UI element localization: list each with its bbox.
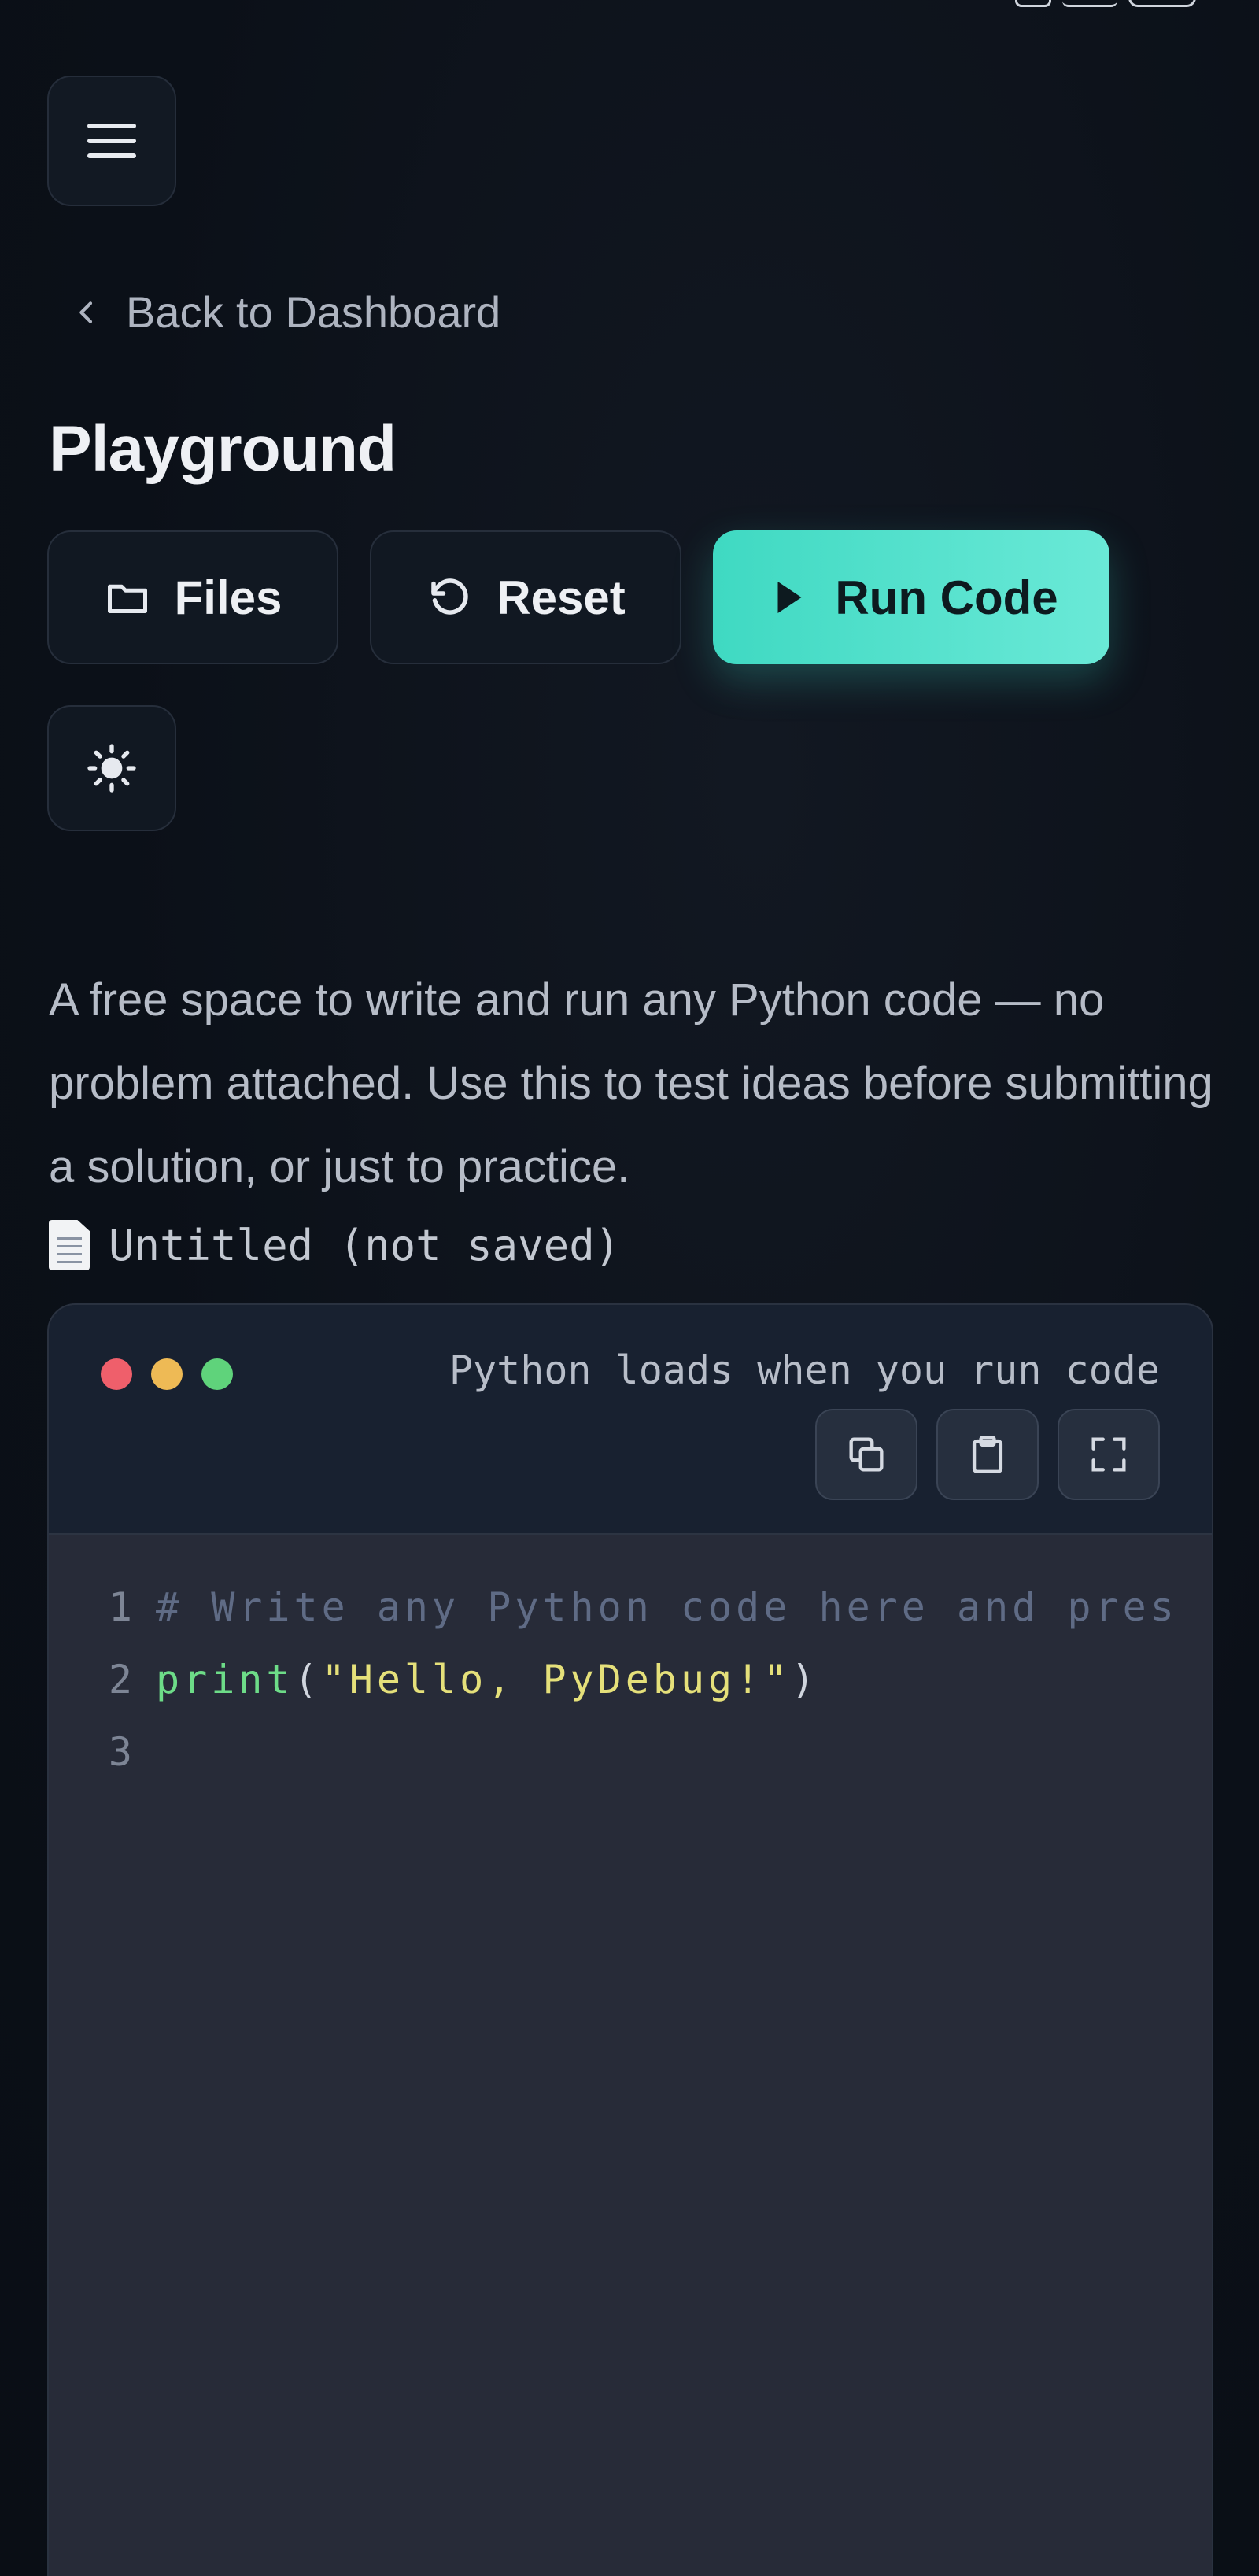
- page-title: Playground: [49, 413, 397, 485]
- line-number: 1: [108, 1584, 132, 1630]
- code-comment: # Write any Python code here and pres: [156, 1584, 1178, 1630]
- editor-header: Python loads when you run code: [49, 1305, 1212, 1535]
- green-dot: [201, 1358, 233, 1390]
- status-icon: [1015, 0, 1051, 7]
- toolbar: Files Reset Run Code: [47, 530, 1109, 664]
- line-number: 2: [108, 1657, 132, 1702]
- copy-button[interactable]: [815, 1409, 917, 1500]
- editor-actions: [815, 1409, 1160, 1500]
- code-paren-close: ): [791, 1657, 819, 1702]
- back-link-label: Back to Dashboard: [126, 287, 501, 337]
- battery-icon: [1128, 0, 1196, 7]
- folder-icon: [107, 584, 147, 613]
- sun-icon: [87, 744, 136, 793]
- rotate-ccw-icon: [431, 578, 468, 615]
- code-editor: Python loads when you run code 1 # Write…: [47, 1303, 1213, 2576]
- run-code-button[interactable]: Run Code: [713, 530, 1109, 664]
- document-icon: [49, 1220, 90, 1270]
- code-line: 2 print("Hello, PyDebug!"): [49, 1643, 818, 1716]
- reset-button[interactable]: Reset: [370, 530, 681, 664]
- copy-icon: [849, 1437, 884, 1472]
- clipboard-icon: [972, 1436, 1003, 1473]
- status-icons: [1015, 0, 1196, 7]
- fullscreen-icon: [1091, 1437, 1126, 1472]
- theme-toggle-button[interactable]: [47, 705, 176, 831]
- code-string: "Hello, PyDebug!": [321, 1657, 792, 1702]
- file-name: Untitled (not saved): [49, 1220, 620, 1270]
- yellow-dot: [151, 1358, 183, 1390]
- menu-button[interactable]: [47, 76, 176, 206]
- code-content: print("Hello, PyDebug!"): [132, 1657, 818, 1702]
- back-to-dashboard-link[interactable]: Back to Dashboard: [71, 286, 500, 338]
- status-bar: [0, 0, 1259, 16]
- files-button[interactable]: Files: [47, 530, 338, 664]
- playground-page: Back to Dashboard Playground Files Reset…: [0, 0, 1259, 2576]
- page-description: A free space to write and run any Python…: [49, 974, 1213, 1192]
- run-code-button-label: Run Code: [835, 571, 1058, 624]
- line-number: 3: [108, 1729, 132, 1775]
- code-paren-open: (: [294, 1657, 322, 1702]
- signal-icon: [1062, 0, 1117, 7]
- paste-button[interactable]: [936, 1409, 1039, 1500]
- chevron-left-icon: [79, 301, 93, 323]
- code-line: 3: [49, 1716, 156, 1788]
- files-button-label: Files: [174, 571, 282, 624]
- window-dots: [101, 1358, 233, 1390]
- file-name-label: Untitled (not saved): [109, 1220, 621, 1270]
- code-line: 1 # Write any Python code here and pres: [49, 1571, 1178, 1643]
- code-area[interactable]: 1 # Write any Python code here and pres …: [49, 1535, 1212, 2576]
- play-icon: [777, 582, 802, 613]
- reset-button-label: Reset: [497, 571, 626, 624]
- hamburger-menu-icon: [87, 124, 136, 158]
- red-dot: [101, 1358, 132, 1390]
- fullscreen-button[interactable]: [1058, 1409, 1160, 1500]
- code-function: print: [156, 1657, 294, 1702]
- editor-status-note: Python loads when you run code: [449, 1347, 1160, 1393]
